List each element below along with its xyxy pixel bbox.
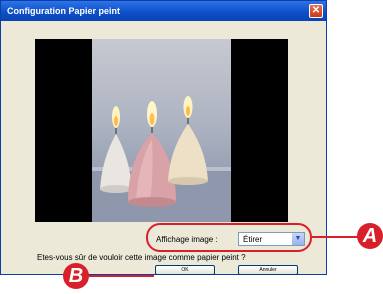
callout-a-badge: A [357,223,383,249]
ok-button[interactable]: OK [155,265,215,275]
image-preview [35,39,288,222]
window-title: Configuration Papier peint [7,6,121,16]
title-bar[interactable]: Configuration Papier peint ✕ [1,1,326,21]
callout-a-line [312,236,358,238]
callout-b-line [88,275,154,277]
cancel-button[interactable]: Annuler [238,265,298,275]
confirmation-question: Etes-vous sûr de vouloir cette image com… [37,253,246,262]
close-icon: ✕ [311,5,321,16]
close-button[interactable]: ✕ [309,4,323,18]
callout-a-highlight [146,223,312,252]
callout-b-badge: B [63,263,89,289]
candles-illustration [92,96,231,222]
wallpaper-image [92,39,231,222]
